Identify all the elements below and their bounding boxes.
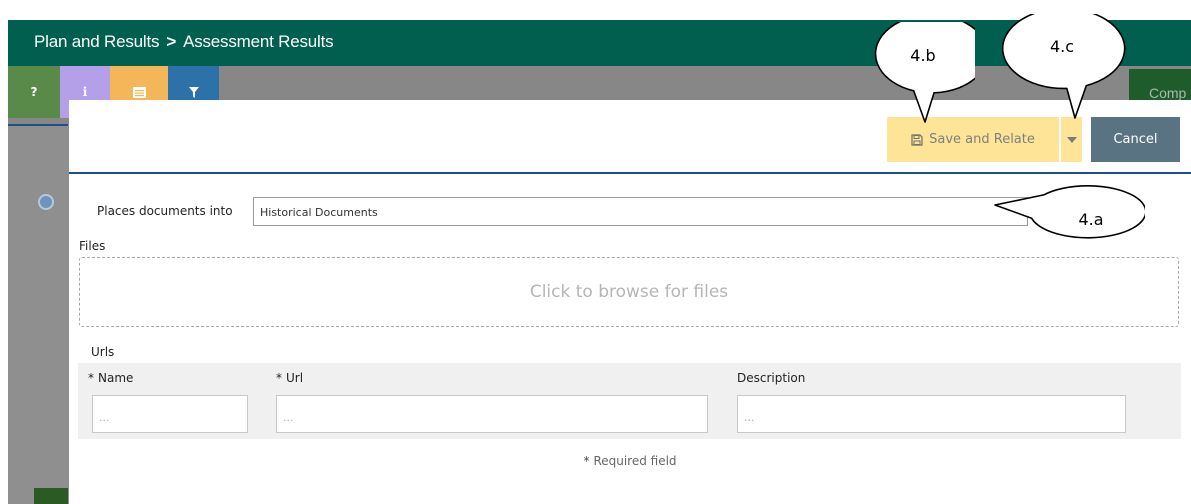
- file-dropzone[interactable]: Click to browse for files: [79, 257, 1179, 327]
- name-column-label: Name: [98, 371, 134, 385]
- caret-down-icon: [1066, 136, 1077, 143]
- list-icon: [132, 86, 146, 98]
- required-asterisk: *: [88, 371, 94, 385]
- dropzone-text: Click to browse for files: [529, 282, 729, 302]
- info-icon: i: [82, 85, 88, 99]
- description-column-header: Description: [737, 371, 805, 385]
- name-column-header: * Name: [88, 371, 133, 385]
- background-footer-button: [34, 488, 68, 504]
- filter-icon: [188, 86, 199, 98]
- required-field-text: Required field: [593, 454, 677, 468]
- callout-4a-label: 4.a: [1078, 210, 1103, 229]
- places-documents-select[interactable]: Historical Documents: [253, 197, 1028, 226]
- callout-4c: 4.c: [1001, 14, 1126, 119]
- question-icon: ?: [30, 85, 38, 99]
- save-and-relate-label: Save and Relate: [929, 132, 1035, 147]
- background-divider: [8, 124, 68, 126]
- url-input[interactable]: ...: [276, 395, 708, 433]
- help-button[interactable]: ?: [8, 66, 60, 118]
- description-column-label: Description: [737, 371, 806, 385]
- callout-4c-label: 4.c: [1050, 37, 1074, 56]
- description-input[interactable]: ...: [737, 395, 1126, 433]
- breadcrumb-current: Assessment Results: [183, 32, 334, 51]
- places-documents-label: Places documents into: [97, 204, 233, 218]
- breadcrumb-separator: >: [166, 32, 177, 51]
- urls-label: Urls: [91, 345, 115, 359]
- floppy-disk-icon: [911, 133, 923, 146]
- url-column-label: Url: [286, 371, 304, 385]
- required-asterisk: *: [583, 454, 590, 468]
- url-column-header: * Url: [276, 371, 303, 385]
- relate-documents-dialog: Save and Relate Cancel Places documents …: [69, 100, 1191, 504]
- dialog-header-divider: [69, 172, 1191, 174]
- required-field-note: * Required field: [69, 454, 1191, 468]
- breadcrumb-parent[interactable]: Plan and Results: [34, 32, 160, 51]
- name-input[interactable]: ...: [92, 395, 248, 433]
- callout-4a: 4.a: [994, 184, 1145, 239]
- required-asterisk: *: [276, 371, 282, 385]
- callout-4b-label: 4.b: [910, 46, 935, 65]
- callout-4b: 4.b: [874, 22, 975, 123]
- breadcrumb: Plan and Results > Assessment Results: [34, 32, 334, 52]
- background-radio: [38, 194, 54, 210]
- urls-table: * Name * Url Description ... ... ...: [78, 363, 1181, 439]
- files-label: Files: [79, 239, 106, 253]
